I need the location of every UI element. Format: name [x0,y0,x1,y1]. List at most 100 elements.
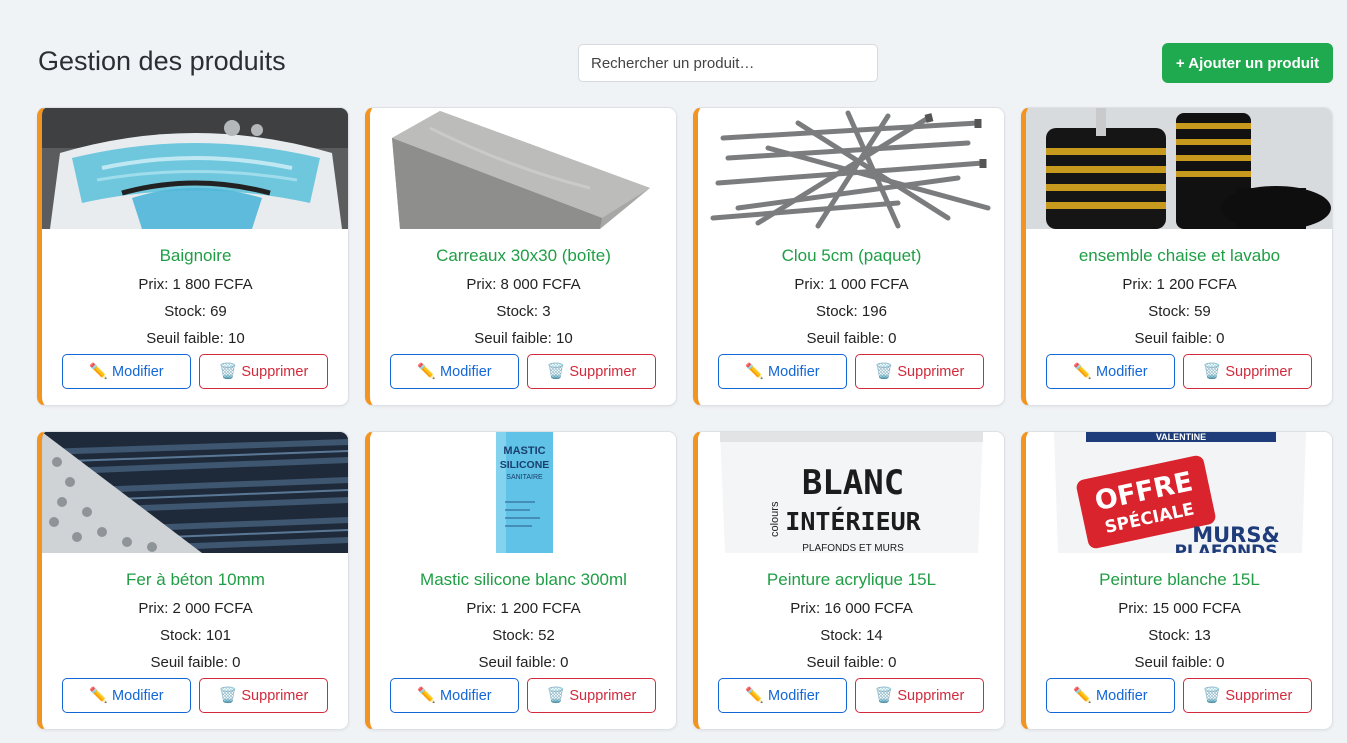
delete-button[interactable]: 🗑️ Supprimer [527,354,656,389]
product-stock: Stock: 101 [160,627,231,644]
search-input[interactable] [578,44,878,82]
product-card: Fer à béton 10mm Prix: 2 000 FCFA Stock:… [37,431,349,730]
product-stock: Stock: 196 [816,303,887,320]
trash-icon: 🗑️ [546,687,566,704]
trash-icon: 🗑️ [1202,363,1222,380]
product-image [698,108,1004,229]
product-threshold: Seuil faible: 10 [146,330,245,347]
product-card: Clou 5cm (paquet) Prix: 1 000 FCFA Stock… [693,107,1005,406]
delete-button[interactable]: 🗑️ Supprimer [855,678,984,713]
product-name: Peinture blanche 15L [1099,570,1260,589]
edit-button[interactable]: ✏️ Modifier [718,354,847,389]
product-card: VALENTINE OFFRE SPÉCIALE MURS& PLAFONDS … [1021,431,1333,730]
product-image [42,108,348,229]
product-threshold: Seuil faible: 0 [806,654,897,671]
delete-button[interactable]: 🗑️ Supprimer [527,678,656,713]
edit-button[interactable]: ✏️ Modifier [62,678,191,713]
product-price: Prix: 1 200 FCFA [1122,276,1237,293]
delete-button[interactable]: 🗑️ Supprimer [199,678,328,713]
product-stock: Stock: 3 [496,303,551,320]
product-image: colours BLANC INTÉRIEUR PLAFONDS ET MURS [698,432,1004,553]
edit-label: Modifier [440,687,492,704]
product-name: Carreaux 30x30 (boîte) [436,246,611,265]
product-name: Clou 5cm (paquet) [781,246,922,265]
product-image [1026,108,1332,229]
pencil-icon: ✏️ [89,363,109,380]
product-threshold: Seuil faible: 10 [474,330,573,347]
card-actions: ✏️ Modifier 🗑️ Supprimer [718,678,984,713]
tube-text-1: MASTIC [503,445,545,457]
product-price: Prix: 1 200 FCFA [466,600,581,617]
pencil-icon: ✏️ [1073,687,1093,704]
product-name: ensemble chaise et lavabo [1078,246,1281,265]
edit-button[interactable]: ✏️ Modifier [62,354,191,389]
edit-button[interactable]: ✏️ Modifier [390,354,519,389]
edit-button[interactable]: ✏️ Modifier [718,678,847,713]
card-actions: ✏️ Modifier 🗑️ Supprimer [62,354,328,389]
product-name: Baignoire [159,246,232,265]
delete-button[interactable]: 🗑️ Supprimer [1183,354,1312,389]
card-actions: ✏️ Modifier 🗑️ Supprimer [390,678,656,713]
bucket-text-plafonds: PLAFONDS ET MURS [802,543,904,553]
pencil-icon: ✏️ [745,687,765,704]
product-image [42,432,348,553]
trash-icon: 🗑️ [874,687,894,704]
product-threshold: Seuil faible: 0 [806,330,897,347]
product-card: Carreaux 30x30 (boîte) Prix: 8 000 FCFA … [365,107,677,406]
product-name: Peinture acrylique 15L [766,570,937,589]
product-image: VALENTINE OFFRE SPÉCIALE MURS& PLAFONDS [1026,432,1332,553]
delete-button[interactable]: 🗑️ Supprimer [1183,678,1312,713]
edit-label: Modifier [768,363,820,380]
product-price: Prix: 1 000 FCFA [794,276,909,293]
trash-icon: 🗑️ [1202,687,1222,704]
card-actions: ✏️ Modifier 🗑️ Supprimer [390,354,656,389]
product-card: colours BLANC INTÉRIEUR PLAFONDS ET MURS… [693,431,1005,730]
product-card: Baignoire Prix: 1 800 FCFA Stock: 69 Seu… [37,107,349,406]
product-price: Prix: 1 800 FCFA [138,276,253,293]
card-actions: ✏️ Modifier 🗑️ Supprimer [1046,354,1312,389]
edit-label: Modifier [1096,687,1148,704]
delete-button[interactable]: 🗑️ Supprimer [199,354,328,389]
product-stock: Stock: 59 [1148,303,1211,320]
delete-label: Supprimer [1225,687,1293,704]
product-price: Prix: 2 000 FCFA [138,600,253,617]
product-threshold: Seuil faible: 0 [478,654,569,671]
page-header: Gestion des produits + Ajouter un produi… [0,0,1347,100]
bucket-text-interieur: INTÉRIEUR [785,507,921,536]
pencil-icon: ✏️ [1073,363,1093,380]
product-price: Prix: 8 000 FCFA [466,276,581,293]
edit-button[interactable]: ✏️ Modifier [1046,354,1175,389]
trash-icon: 🗑️ [218,687,238,704]
trash-icon: 🗑️ [874,363,894,380]
delete-label: Supprimer [241,363,309,380]
product-price: Prix: 15 000 FCFA [1118,600,1241,617]
product-card: ensemble chaise et lavabo Prix: 1 200 FC… [1021,107,1333,406]
plafonds-text: PLAFONDS [1174,542,1277,553]
pencil-icon: ✏️ [745,363,765,380]
product-stock: Stock: 52 [492,627,555,644]
tube-text-2: SILICONE [500,459,550,471]
edit-label: Modifier [440,363,492,380]
product-stock: Stock: 69 [164,303,227,320]
edit-button[interactable]: ✏️ Modifier [390,678,519,713]
product-name: Fer à béton 10mm [126,570,265,589]
pencil-icon: ✏️ [417,687,437,704]
trash-icon: 🗑️ [546,363,566,380]
delete-label: Supprimer [897,363,965,380]
delete-label: Supprimer [1225,363,1293,380]
pencil-icon: ✏️ [89,687,109,704]
product-card: MASTIC SILICONE SANITAIRE Mastic silicon… [365,431,677,730]
bucket-text-blanc: BLANC [802,463,904,503]
bucket-brand: colours [769,501,781,537]
add-product-button[interactable]: + Ajouter un produit [1162,43,1333,83]
delete-button[interactable]: 🗑️ Supprimer [855,354,984,389]
product-image [370,108,676,229]
pencil-icon: ✏️ [417,363,437,380]
product-grid: Baignoire Prix: 1 800 FCFA Stock: 69 Seu… [37,107,1333,730]
edit-button[interactable]: ✏️ Modifier [1046,678,1175,713]
delete-label: Supprimer [569,687,637,704]
edit-label: Modifier [1096,363,1148,380]
product-name: Mastic silicone blanc 300ml [420,570,627,589]
product-price: Prix: 16 000 FCFA [790,600,913,617]
card-actions: ✏️ Modifier 🗑️ Supprimer [62,678,328,713]
